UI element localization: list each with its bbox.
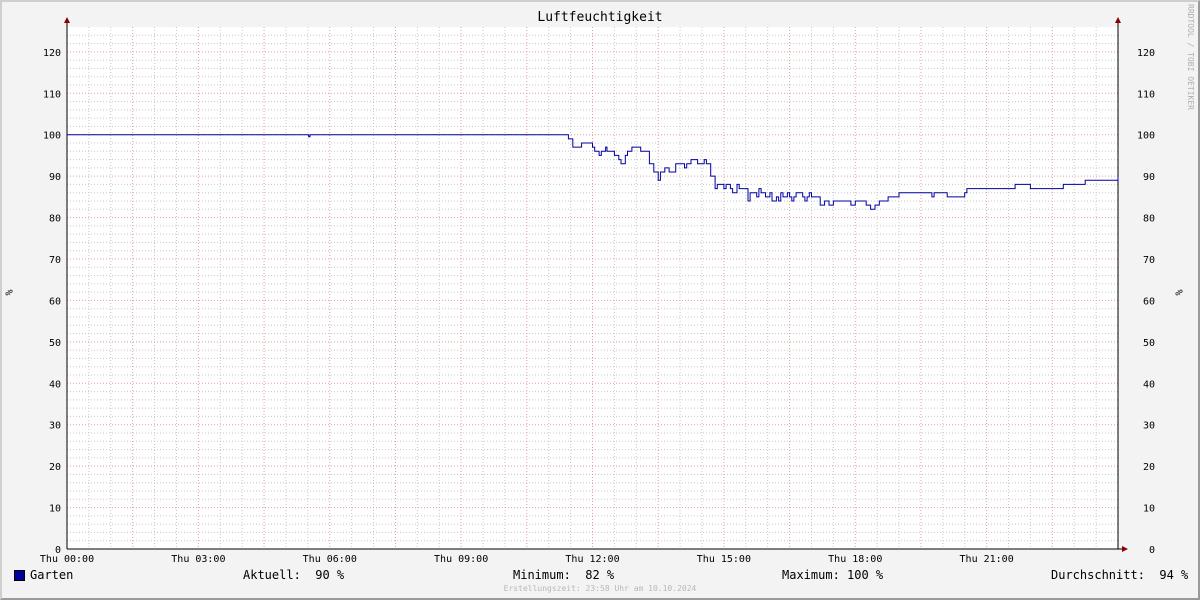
legend-average: Durchschnitt: 94 % — [1051, 568, 1188, 582]
y-tick-label: 110 — [43, 89, 61, 100]
y-tick-label: 100 — [43, 131, 61, 142]
y-tick-label: 30 — [49, 421, 61, 432]
x-tick-label: Thu 03:00 — [171, 554, 225, 565]
y-axis-arrow-right — [1115, 17, 1121, 23]
legend-current-label: Aktuell: — [243, 568, 301, 582]
legend-current-value: 90 % — [315, 568, 345, 582]
y-tick-label: 40 — [1143, 379, 1155, 390]
y-tick-label: 20 — [1143, 462, 1155, 473]
x-tick-labels: Thu 00:00 Thu 03:00 Thu 06:00 Thu 09:00 Thu … — [40, 554, 1014, 565]
legend-series-name: Garten — [30, 568, 74, 582]
y-tick-label: 60 — [1143, 296, 1155, 307]
y-tick-label: 30 — [1143, 421, 1155, 432]
y-tick-label: 0 — [1149, 545, 1155, 556]
y-tick-label: 100 — [1137, 131, 1155, 142]
y-tick-label: 120 — [43, 48, 61, 59]
y-tick-label: 50 — [49, 338, 61, 349]
creation-time-footer: Erstellungszeit: 23:58 Uhr am 10.10.2024 — [503, 584, 697, 593]
x-tick-label: Thu 18:00 — [828, 554, 882, 565]
y-tick-labels-right: 0 10 20 30 40 50 60 70 80 90 100 110 120 — [1137, 48, 1155, 556]
y-tick-label: 60 — [49, 296, 61, 307]
chart-canvas: 0 10 20 30 40 50 60 70 80 90 100 110 120 0 10 20 30 40 50… — [40, 17, 1155, 565]
y-tick-label: 120 — [1137, 48, 1155, 59]
x-tick-label: Thu 06:00 — [303, 554, 357, 565]
legend-avg-label: Durchschnitt: — [1051, 568, 1145, 582]
y-tick-labels-left: 0102030405060708090100110120 — [43, 48, 61, 556]
y-axis-arrow-left — [64, 17, 70, 23]
legend-min-value: 82 % — [585, 568, 615, 582]
y-tick-label: 50 — [1143, 338, 1155, 349]
y-tick-label: 90 — [49, 172, 61, 183]
x-axis-arrow — [1122, 546, 1128, 552]
legend-minimum: Minimum: 82 % — [513, 568, 614, 582]
legend-max-label: Maximum: — [782, 568, 840, 582]
y-tick-label: 70 — [1143, 255, 1155, 266]
x-tick-label: Thu 09:00 — [434, 554, 488, 565]
y-tick-label: 90 — [1143, 172, 1155, 183]
y-tick-label: 70 — [49, 255, 61, 266]
legend-min-label: Minimum: — [513, 568, 571, 582]
y-tick-label: 10 — [49, 504, 61, 515]
x-tick-label: Thu 12:00 — [565, 554, 619, 565]
y-tick-label: 80 — [1143, 214, 1155, 225]
legend-current: Aktuell: 90 % — [243, 568, 344, 582]
x-tick-label: Thu 21:00 — [960, 554, 1014, 565]
x-tick-label: Thu 00:00 — [40, 554, 94, 565]
y-tick-label: 40 — [49, 379, 61, 390]
y-tick-label: 110 — [1137, 89, 1155, 100]
y-tick-label: 20 — [49, 462, 61, 473]
legend-color-swatch — [14, 570, 25, 581]
legend-avg-value: 94 % — [1159, 568, 1189, 582]
y-tick-label: 80 — [49, 214, 61, 225]
x-tick-label: Thu 15:00 — [697, 554, 751, 565]
legend-max-value: 100 % — [847, 568, 884, 582]
legend-maximum: Maximum: 100 % — [782, 568, 883, 582]
y-tick-label: 10 — [1143, 504, 1155, 515]
